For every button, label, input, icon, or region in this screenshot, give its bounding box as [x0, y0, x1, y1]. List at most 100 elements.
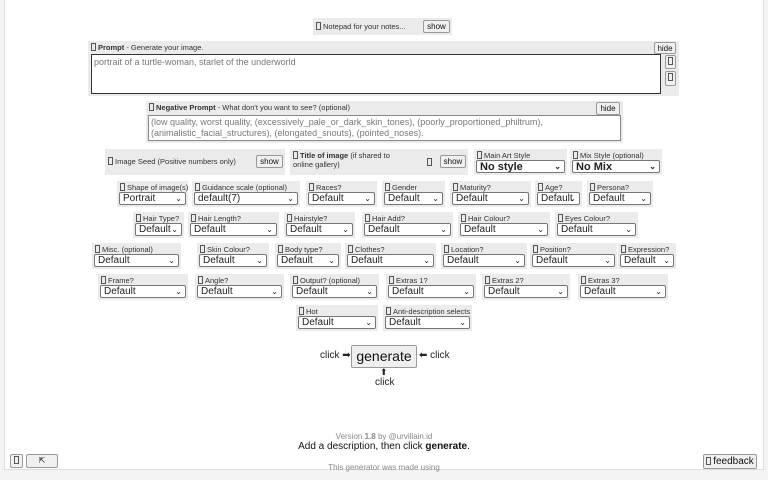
- persona-select[interactable]: Default ⌄: [589, 192, 651, 205]
- maturity-select[interactable]: Default ⌄: [452, 192, 529, 205]
- seed-show-button[interactable]: show: [256, 155, 283, 168]
- hot-select[interactable]: Default ⌄: [298, 316, 376, 329]
- feedback-button[interactable]: feedback: [703, 454, 757, 469]
- chevron-down-icon: ⌄: [649, 162, 656, 171]
- field-label: Mix Style (optional): [573, 151, 644, 160]
- field-label-text: Skin Colour?: [207, 245, 250, 254]
- position-select[interactable]: Default ⌄: [532, 254, 615, 267]
- extras-2-select[interactable]: Default ⌄: [484, 285, 568, 298]
- shape-of-image-s-select[interactable]: Portrait ⌄: [119, 192, 186, 205]
- hair-length-select[interactable]: Default ⌄: [190, 223, 277, 236]
- angle-select[interactable]: Default ⌄: [197, 285, 282, 298]
- instruction-text: Add a description, then click: [298, 441, 423, 452]
- field-label-text: Output? (optional): [300, 276, 361, 285]
- select-value: Default: [536, 255, 568, 266]
- generate-button[interactable]: generate: [351, 345, 417, 368]
- select-value: Default: [541, 193, 573, 204]
- prompt-title: Prompt: [98, 43, 125, 52]
- chevron-down-icon: ⌄: [171, 225, 178, 234]
- select-value: default(7): [198, 193, 241, 204]
- arrow-up-left-icon: ⇱: [38, 456, 46, 465]
- select-value: Default: [98, 255, 130, 266]
- hair-add-select[interactable]: Default ⌄: [364, 223, 451, 236]
- chevron-down-icon: ⌄: [640, 194, 647, 203]
- field-icon: [278, 245, 283, 253]
- field-label-text: Maturity?: [460, 183, 491, 192]
- body-type-select[interactable]: Default ⌄: [277, 254, 339, 267]
- frame-select[interactable]: Default ⌄: [100, 285, 186, 298]
- image-title-panel: Title of image (if shared to online gall…: [290, 149, 468, 175]
- chevron-down-icon: ⌄: [328, 256, 335, 265]
- output-optional-select[interactable]: Default ⌄: [292, 285, 377, 298]
- version-author[interactable]: by @urvillain.id: [378, 432, 432, 441]
- select-value: Default: [447, 255, 479, 266]
- field-label-text: Hair Type?: [143, 214, 180, 223]
- notepad-show-button[interactable]: show: [423, 20, 450, 33]
- eyes-colour-select[interactable]: Default ⌄: [557, 223, 636, 236]
- seed-panel: Image Seed (Positive numbers only) show: [105, 149, 285, 175]
- chevron-down-icon: ⌄: [432, 194, 439, 203]
- prompt-hide-button[interactable]: hide: [654, 42, 676, 54]
- select-value: Default: [392, 286, 424, 297]
- races-select[interactable]: Default ⌄: [308, 192, 375, 205]
- expression-select[interactable]: Default ⌄: [620, 254, 674, 267]
- misc-optional-select[interactable]: Default ⌄: [94, 254, 179, 267]
- skin-colour-select[interactable]: Default ⌄: [199, 254, 267, 267]
- prompt-tool-button-2[interactable]: [665, 71, 676, 86]
- field-extras-3: Extras 3? Default ⌄: [578, 274, 668, 300]
- mix-style-optional-select[interactable]: No Mix ⌄: [572, 160, 660, 173]
- chevron-down-icon: ⌄: [459, 318, 466, 327]
- prompt-input[interactable]: [91, 54, 661, 94]
- field-label-text: Expression?: [628, 245, 670, 254]
- extras-1-select[interactable]: Default ⌄: [388, 285, 474, 298]
- hair-colour-select[interactable]: Default ⌄: [460, 223, 548, 236]
- field-label: Hair Type?: [136, 214, 179, 223]
- menu-button[interactable]: [10, 454, 23, 468]
- select-value: Default: [368, 224, 400, 235]
- scroll-top-button[interactable]: ⇱: [26, 454, 58, 468]
- field-frame: Frame? Default ⌄: [98, 274, 188, 300]
- field-icon: [191, 214, 196, 222]
- field-icon: [538, 183, 543, 191]
- field-hair-colour: Hair Colour? Default ⌄: [458, 212, 550, 238]
- feedback-label: feedback: [713, 456, 754, 467]
- negative-prompt-panel: Negative Prompt - What don't you want to…: [146, 101, 623, 143]
- field-label-text: Main Art Style: [484, 151, 531, 160]
- prompt-tool-button-1[interactable]: [665, 55, 676, 69]
- hairstyle-select[interactable]: Default ⌄: [286, 223, 353, 236]
- field-label: Frame?: [101, 276, 134, 285]
- field-label-text: Races?: [316, 183, 342, 192]
- hair-type-select[interactable]: Default ⌄: [135, 223, 182, 236]
- gender-select[interactable]: Default ⌄: [384, 192, 443, 205]
- field-label-text: Hairstyle?: [294, 214, 328, 223]
- anti-description-selects-select[interactable]: Default ⌄: [385, 316, 470, 329]
- field-icon: [348, 245, 353, 253]
- negative-hide-button[interactable]: hide: [596, 102, 620, 115]
- field-icon: [477, 151, 482, 159]
- guidance-scale-optional-select[interactable]: default(7) ⌄: [194, 192, 298, 205]
- location-select[interactable]: Default ⌄: [443, 254, 525, 267]
- main-art-style-select[interactable]: No style ⌄: [476, 160, 565, 173]
- field-angle: Angle? Default ⌄: [195, 274, 284, 300]
- field-races: Races? Default ⌄: [306, 181, 377, 207]
- clothes-select[interactable]: Default ⌄: [347, 254, 434, 267]
- age-select[interactable]: Default ⌄: [537, 192, 580, 205]
- chevron-down-icon: ⌄: [518, 194, 525, 203]
- select-value: Default: [561, 224, 593, 235]
- field-icon: [365, 214, 370, 222]
- field-skin-colour: Skin Colour? Default ⌄: [197, 243, 269, 269]
- extras-3-select[interactable]: Default ⌄: [580, 285, 666, 298]
- select-value: Default: [281, 255, 313, 266]
- field-hot: Hot Default ⌄: [296, 305, 378, 331]
- chevron-down-icon: ⌄: [537, 225, 544, 234]
- field-label-text: Mix Style (optional): [580, 151, 644, 160]
- image-title-show-button[interactable]: show: [440, 155, 466, 168]
- field-hairstyle: Hairstyle? Default ⌄: [284, 212, 355, 238]
- field-label: Skin Colour?: [200, 245, 250, 254]
- field-label: Hairstyle?: [287, 214, 327, 223]
- field-icon: [590, 183, 595, 191]
- negative-prompt-input[interactable]: [148, 115, 621, 141]
- field-location: Location? Default ⌄: [441, 243, 527, 269]
- field-icon: [309, 183, 314, 191]
- field-label-text: Extras 1?: [396, 276, 428, 285]
